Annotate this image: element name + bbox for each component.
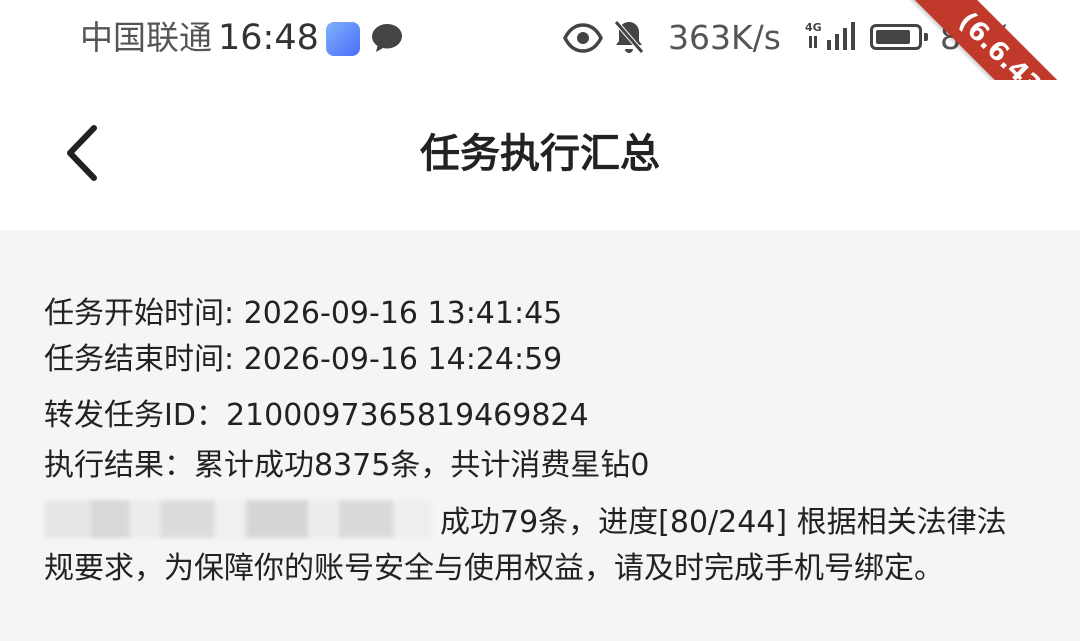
battery-icon <box>870 24 928 50</box>
carrier-label: 中国联通 <box>80 18 212 57</box>
task-end-time: 任务结束时间: 2026-09-16 14:24:59 <box>44 342 563 377</box>
chat-icon <box>370 22 404 58</box>
redacted-account-name <box>44 500 432 538</box>
execution-result: 执行结果：累计成功8375条，共计消费星钻0 <box>44 448 650 483</box>
app-header: 任务执行汇总 <box>0 80 1080 230</box>
summary-panel: 任务开始时间: 2026-09-16 13:41:45 任务结束时间: 2026… <box>0 230 1080 641</box>
clock: 16:48 <box>218 18 319 58</box>
svg-text:4G: 4G <box>805 21 822 34</box>
bell-off-icon <box>612 18 646 60</box>
status-bar: 中国联通 16:48 363K/s 4G 85% <box>0 0 1080 80</box>
network-speed: 363K/s <box>668 18 781 57</box>
cloud-app-icon <box>326 22 360 56</box>
status-message: 成功79条，进度[80/244] 根据相关法律法规要求，为保障你的账号安全与使用… <box>44 500 1024 592</box>
eye-icon <box>563 22 603 58</box>
forward-task-id: 转发任务ID：2100097365819469824 <box>44 398 589 433</box>
task-start-time: 任务开始时间: 2026-09-16 13:41:45 <box>44 296 563 331</box>
signal-4g-icon: 4G <box>805 20 859 58</box>
page-title: 任务执行汇总 <box>420 131 660 177</box>
